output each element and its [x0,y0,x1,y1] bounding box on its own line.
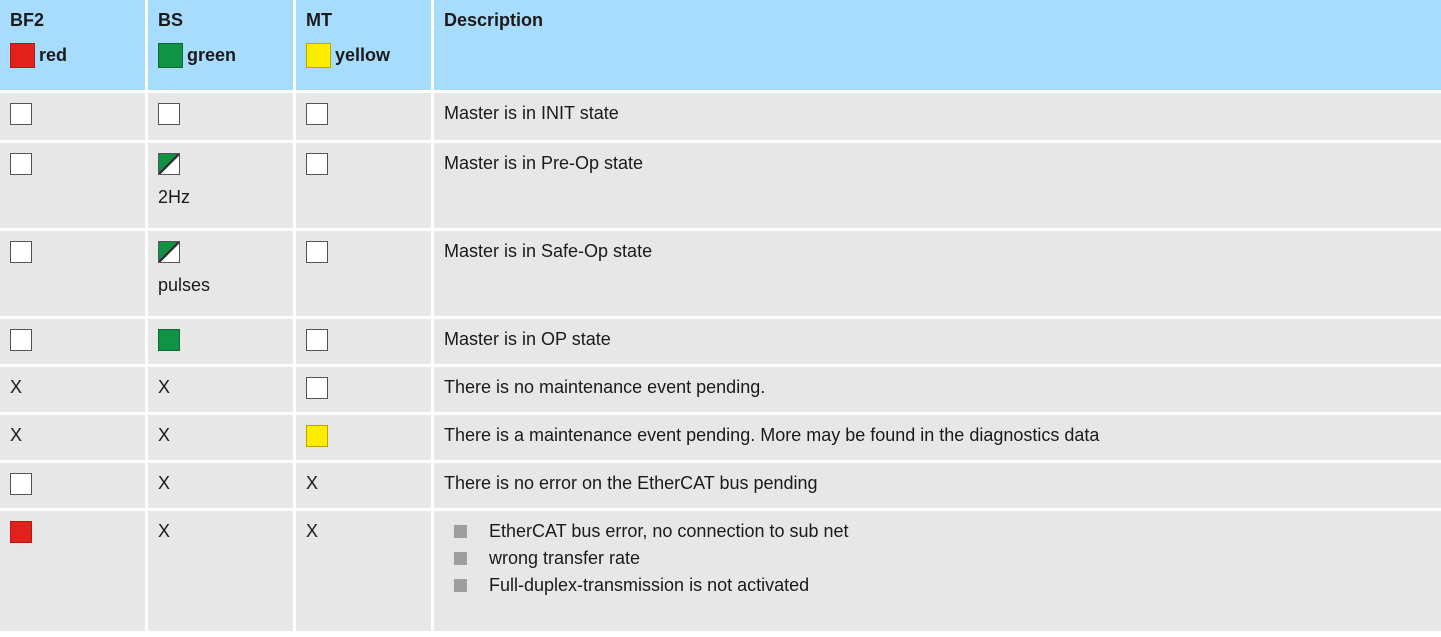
bs-dont-care: X [158,521,171,541]
header-description-label: Description [444,10,544,30]
yellow-led-icon [306,43,331,68]
list-item: EtherCAT bus error, no connection to sub… [444,521,1431,542]
led-off-icon [306,377,328,400]
led-blinking-icon [158,153,180,176]
table-row: X X There is no maintenance event pendin… [0,367,1441,415]
led-blinking-icon [158,241,180,264]
header-bs-label: BS [158,10,184,30]
header-mt: MT yellow [296,0,434,90]
led-off-icon [158,103,180,126]
table-row: X X There is a maintenance event pending… [0,415,1441,463]
table-header: BF2 red BS green MT yellow Description [0,0,1441,93]
table-row: Master is in OP state [0,319,1441,367]
led-off-icon [10,241,32,264]
row-description: Master is in Safe-Op state [444,241,653,261]
green-led-icon [158,43,183,68]
header-bf2-color: red [39,45,68,65]
bs-dont-care: X [158,425,171,445]
header-mt-color: yellow [335,45,391,65]
row-description: There is no error on the EtherCAT bus pe… [444,473,818,493]
led-off-icon [10,153,32,176]
row-description: There is no maintenance event pending. [444,377,766,397]
header-bs: BS green [148,0,296,90]
bs-dont-care: X [158,377,171,397]
led-off-icon [10,103,32,126]
row-description: Master is in INIT state [444,103,619,123]
led-off-icon [306,103,328,126]
bs-dont-care: X [158,473,171,493]
led-red-on-icon [10,521,32,544]
table-row: Master is in INIT state [0,93,1441,143]
table-row: X X There is no error on the EtherCAT bu… [0,463,1441,511]
led-yellow-on-icon [306,425,328,448]
table-row: pulses Master is in Safe-Op state [0,231,1441,319]
blink-frequency: 2Hz [158,187,191,208]
header-bf2: BF2 red [0,0,148,90]
row-description: Master is in OP state [444,329,611,349]
header-bs-color: green [187,45,237,65]
header-bf2-label: BF2 [10,10,45,30]
header-description: Description [434,0,1441,90]
led-off-icon [10,473,32,496]
bf2-dont-care: X [10,377,23,397]
mt-dont-care: X [306,521,319,541]
header-mt-label: MT [306,10,332,30]
bullet-list: EtherCAT bus error, no connection to sub… [434,511,1441,631]
table-row: X X EtherCAT bus error, no connection to… [0,511,1441,631]
bullet-square-icon [454,525,467,538]
led-off-icon [306,241,328,264]
bullet-square-icon [454,552,467,565]
list-item: Full-duplex-transmission is not activate… [444,575,1431,596]
bullet-square-icon [454,579,467,592]
led-off-icon [306,329,328,352]
bf2-dont-care: X [10,425,23,445]
blink-pattern: pulses [158,275,211,296]
row-description: Master is in Pre-Op state [444,153,644,173]
row-description: There is a maintenance event pending. Mo… [444,425,1100,445]
led-status-table: BF2 red BS green MT yellow Description M… [0,0,1441,631]
led-off-icon [10,329,32,352]
table-row: 2Hz Master is in Pre-Op state [0,143,1441,231]
led-off-icon [306,153,328,176]
list-item: wrong transfer rate [444,548,1431,569]
red-led-icon [10,43,35,68]
led-green-on-icon [158,329,180,352]
mt-dont-care: X [306,473,319,493]
